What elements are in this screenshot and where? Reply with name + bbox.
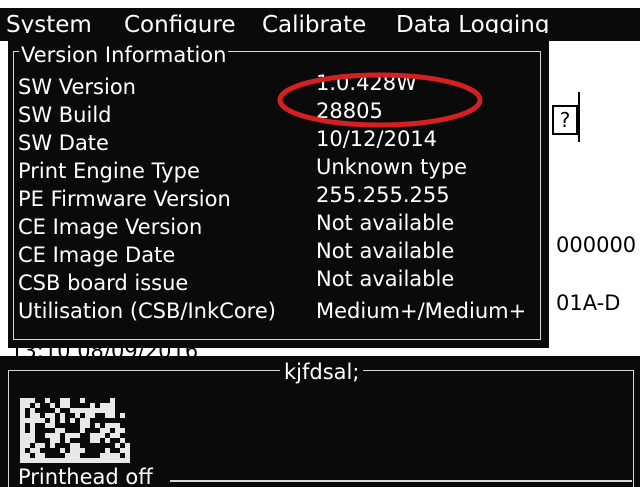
value-ce-image-version: Not available [316, 211, 455, 235]
background-code: 000000 [556, 233, 637, 257]
help-icon[interactable]: ? [552, 105, 578, 135]
value-print-engine-type: Unknown type [316, 155, 468, 179]
dialog-title: Version Information [19, 42, 229, 68]
label-sw-date: SW Date [18, 131, 109, 155]
printhead-status: Printhead off [18, 465, 153, 487]
label-ce-image-date: CE Image Date [18, 243, 176, 267]
status-divider [170, 480, 632, 482]
highlight-ellipse [277, 72, 483, 128]
version-information-dialog: Version Information SW Version 1.0.428W … [8, 33, 549, 348]
value-pe-firmware-version: 255.255.255 [316, 183, 450, 207]
label-pe-firmware-version: PE Firmware Version [18, 187, 231, 211]
printer-screen: System Configure Calibrate Data Logging … [0, 0, 640, 487]
value-csb-board-issue: Not available [316, 267, 455, 291]
message-panel: kjfdsal; Printhead off [0, 356, 640, 487]
value-utilisation: Medium+/Medium+ [316, 299, 527, 323]
background-id: 01A-D [556, 291, 621, 315]
value-sw-date: 10/12/2014 [316, 127, 438, 151]
label-print-engine-type: Print Engine Type [18, 159, 200, 183]
label-csb-board-issue: CSB board issue [18, 271, 189, 295]
label-sw-version: SW Version [18, 75, 136, 99]
label-utilisation: Utilisation (CSB/InkCore) [18, 299, 276, 323]
value-ce-image-date: Not available [316, 239, 455, 263]
message-name: kjfdsal; [280, 359, 364, 385]
label-ce-image-version: CE Image Version [18, 215, 203, 239]
label-sw-build: SW Build [18, 103, 112, 127]
barcode-image [20, 398, 130, 463]
